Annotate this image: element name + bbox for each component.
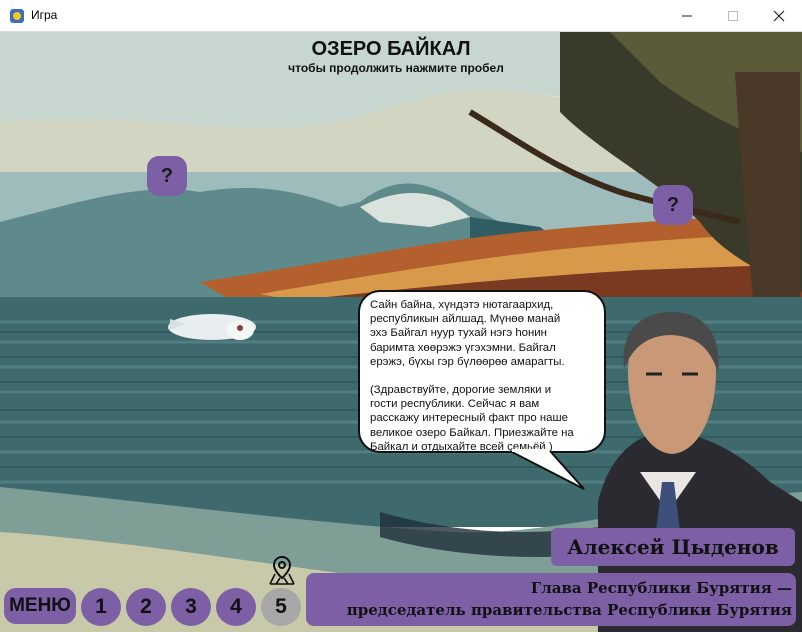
- maximize-icon: [728, 10, 738, 21]
- level-button-5[interactable]: 5: [261, 588, 301, 626]
- level-button-3[interactable]: 3: [171, 588, 211, 626]
- speaker-role: Глава Республики Бурятия — председатель …: [306, 573, 796, 626]
- speech-bubble-tail: [509, 449, 585, 490]
- speaker-name: Алексей Цыденов: [551, 528, 795, 566]
- scene-subtitle: чтобы продолжить нажмите пробел: [288, 61, 504, 75]
- dialog-text-russian: (Здравствуйте, дорогие земляки и гости р…: [370, 384, 574, 453]
- maximize-button[interactable]: [710, 0, 756, 31]
- hint-hotspot[interactable]: ?: [147, 156, 187, 196]
- baikal-seal-sprite: [168, 314, 256, 340]
- scene-title: ОЗЕРО БАЙКАЛ: [311, 38, 471, 60]
- map-pin-icon: [269, 555, 295, 585]
- dialog-text-buryat: Сайн байна, хүндэтэ нютагаархид, республ…: [370, 299, 565, 368]
- window-title: Игра: [31, 8, 58, 22]
- hint-hotspot[interactable]: ?: [653, 185, 693, 225]
- speaker-role-line1: Глава Республики Бурятия —: [530, 579, 792, 597]
- close-button[interactable]: [756, 0, 802, 31]
- app-icon: [10, 9, 24, 23]
- speaker-role-line2: председатель правительства Республики Бу…: [346, 601, 792, 619]
- level-button-1[interactable]: 1: [81, 588, 121, 626]
- minimize-button[interactable]: [664, 0, 710, 31]
- window-titlebar: Игра: [0, 0, 802, 32]
- menu-button[interactable]: МЕНЮ: [4, 588, 76, 624]
- speech-bubble: Сайн байна, хүндэтэ нютагаархид, республ…: [358, 290, 606, 453]
- level-button-4[interactable]: 4: [216, 588, 256, 626]
- minimize-icon: [682, 15, 692, 16]
- level-button-2[interactable]: 2: [126, 588, 166, 626]
- game-scene: ОЗЕРО БАЙКАЛ чтобы продолжить нажмите пр…: [0, 32, 802, 632]
- close-icon: [773, 10, 785, 21]
